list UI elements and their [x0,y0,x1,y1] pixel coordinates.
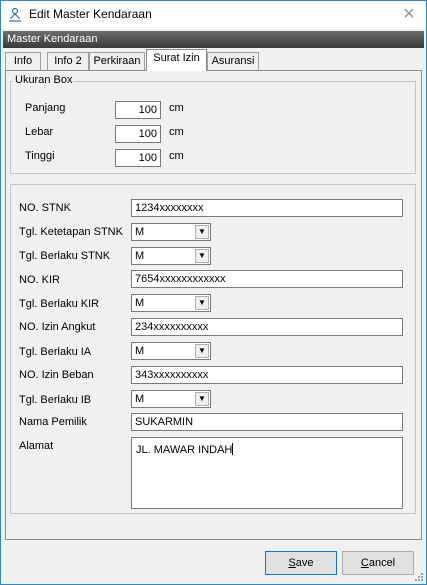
lebar-input[interactable]: 100 [115,125,161,143]
no-izin-beban-input[interactable]: 343xxxxxxxxxx [131,366,403,384]
text-caret [232,443,234,455]
tgl-berlaku-stnk-value: M [135,250,145,262]
nama-pemilik-label: Nama Pemilik [19,416,87,428]
alamat-textarea[interactable]: JL. MAWAR INDAH [131,437,403,509]
panjang-label: Panjang [25,102,66,114]
tab-info[interactable]: Info [5,52,41,70]
alamat-label: Alamat [19,440,54,452]
save-button[interactable]: Save [265,551,337,575]
no-izin-angkut-label: NO. Izin Angkut [19,321,96,333]
save-mnemonic: S [288,557,296,569]
resize-grip-icon[interactable] [414,572,424,582]
panjang-input[interactable]: 100 [115,101,161,119]
cancel-button[interactable]: Cancel [342,551,414,575]
app-person-icon [9,7,21,22]
tgl-berlaku-kir-value: M [135,297,145,309]
nama-pemilik-input[interactable]: SUKARMIN [131,413,403,431]
cancel-mnemonic: C [360,557,369,569]
tab-asuransi[interactable]: Asuransi [207,52,259,70]
lebar-unit: cm [169,126,184,138]
tinggi-label: Tinggi [25,150,55,162]
no-kir-label: NO. KIR [19,274,60,286]
alamat-value: JL. MAWAR INDAH [136,444,233,456]
tgl-ketetapan-stnk-select[interactable]: M ▼ [131,223,211,241]
cancel-label-rest: ancel [368,557,396,569]
tinggi-input[interactable]: 100 [115,149,161,167]
close-icon[interactable]: ✕ [398,4,420,26]
tgl-berlaku-ib-value: M [135,393,145,405]
tgl-berlaku-ib-label: Tgl. Berlaku IB [19,394,92,406]
title-bar: Edit Master Kendaraan ✕ [1,1,426,29]
tgl-berlaku-kir-label: Tgl. Berlaku KIR [19,298,100,310]
dropdown-arrow-icon[interactable]: ▼ [195,249,209,263]
tgl-berlaku-ia-select[interactable]: M ▼ [131,342,211,360]
tgl-berlaku-kir-select[interactable]: M ▼ [131,294,211,312]
tgl-berlaku-ia-value: M [135,345,145,357]
box-size-group-title: Ukuran Box [13,74,75,86]
tgl-berlaku-stnk-label: Tgl. Berlaku STNK [19,250,111,262]
dropdown-arrow-icon[interactable]: ▼ [195,344,209,358]
tgl-berlaku-ia-label: Tgl. Berlaku IA [19,346,92,358]
section-header: Master Kendaraan [3,31,424,48]
no-izin-angkut-input[interactable]: 234xxxxxxxxxx [131,318,403,336]
no-kir-input[interactable]: 7654xxxxxxxxxxxx [131,270,403,288]
tgl-ketetapan-stnk-label: Tgl. Ketetapan STNK [19,226,123,238]
dropdown-arrow-icon[interactable]: ▼ [195,296,209,310]
no-stnk-input[interactable]: 1234xxxxxxxx [131,199,403,217]
save-label-rest: ave [295,557,314,569]
tinggi-unit: cm [169,150,184,162]
no-izin-beban-label: NO. Izin Beban [19,369,94,381]
lebar-label: Lebar [25,126,54,138]
dialog-window: Edit Master Kendaraan ✕ Master Kendaraan… [0,0,427,585]
dropdown-arrow-icon[interactable]: ▼ [195,225,209,239]
tab-info-2[interactable]: Info 2 [47,52,89,70]
tgl-berlaku-stnk-select[interactable]: M ▼ [131,247,211,265]
no-stnk-label: NO. STNK [19,202,71,214]
box-size-group [10,81,416,174]
dropdown-arrow-icon[interactable]: ▼ [195,392,209,406]
tgl-berlaku-ib-select[interactable]: M ▼ [131,390,211,408]
tgl-ketetapan-stnk-value: M [135,226,145,238]
tab-perkiraan[interactable]: Perkiraan [89,52,145,70]
panjang-unit: cm [169,102,184,114]
tab-surat-izin[interactable]: Surat Izin [146,49,207,71]
window-title: Edit Master Kendaraan [29,7,152,21]
